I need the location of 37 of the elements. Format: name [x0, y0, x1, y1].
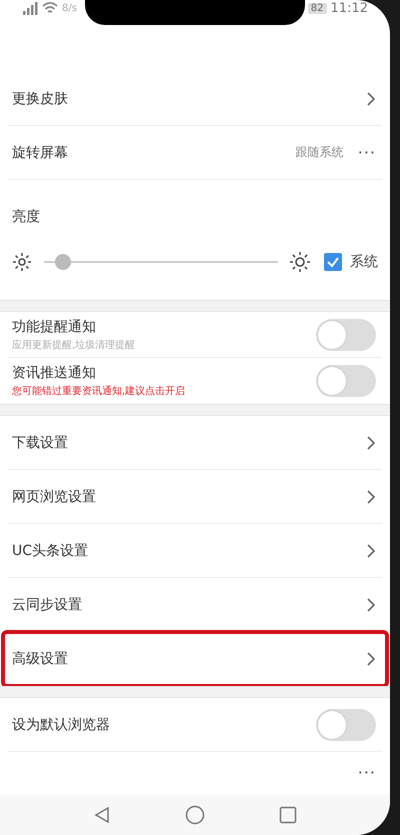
wifi-icon	[42, 1, 58, 15]
section-label: 亮度	[12, 208, 41, 226]
dim-sun-icon	[12, 252, 32, 272]
settings-row[interactable]: 下载设置	[8, 416, 382, 470]
row-subtitle: 您可能错过重要资讯通知,建议点击开启	[12, 384, 186, 398]
bright-sun-icon	[290, 252, 310, 272]
row-label: 资讯推送通知	[12, 364, 97, 382]
toggle-switch[interactable]	[316, 708, 376, 740]
battery-level: 82	[308, 2, 327, 14]
signal-icon	[22, 1, 38, 15]
settings-row[interactable]: UC头条设置	[8, 524, 382, 578]
settings-row[interactable]: 高级设置	[3, 632, 387, 686]
chevron-right-icon	[366, 488, 376, 504]
checkbox-label: 系统	[350, 253, 378, 271]
row-label: 旋转屏幕	[12, 144, 68, 162]
chevron-right-icon	[366, 596, 376, 612]
more-button[interactable]: ···	[358, 762, 376, 782]
toggle-switch[interactable]	[316, 318, 376, 350]
row-label: 功能提醒通知	[12, 318, 97, 336]
back-icon	[93, 806, 111, 824]
network-speed: 8/s	[62, 2, 77, 14]
home-icon	[185, 805, 205, 825]
recents-icon	[279, 806, 297, 824]
chevron-right-icon	[366, 542, 376, 558]
chevron-right-icon	[366, 651, 376, 667]
row-label: 设为默认浏览器	[12, 716, 110, 734]
row-subtitle: 应用更新提醒,垃圾清理提醒	[12, 338, 136, 352]
settings-row[interactable]: 网页浏览设置	[8, 470, 382, 524]
chevron-right-icon	[366, 434, 376, 450]
more-button[interactable]: ···	[358, 143, 376, 162]
checkbox[interactable]	[324, 253, 342, 271]
settings-row[interactable]: 云同步设置	[8, 578, 382, 632]
row-value: 跟随系统	[296, 144, 344, 161]
toggle-switch[interactable]	[316, 365, 376, 397]
clock-time: 11:12	[330, 0, 368, 16]
chevron-right-icon	[366, 90, 376, 106]
settings-row[interactable]: 更换皮肤	[8, 72, 382, 126]
